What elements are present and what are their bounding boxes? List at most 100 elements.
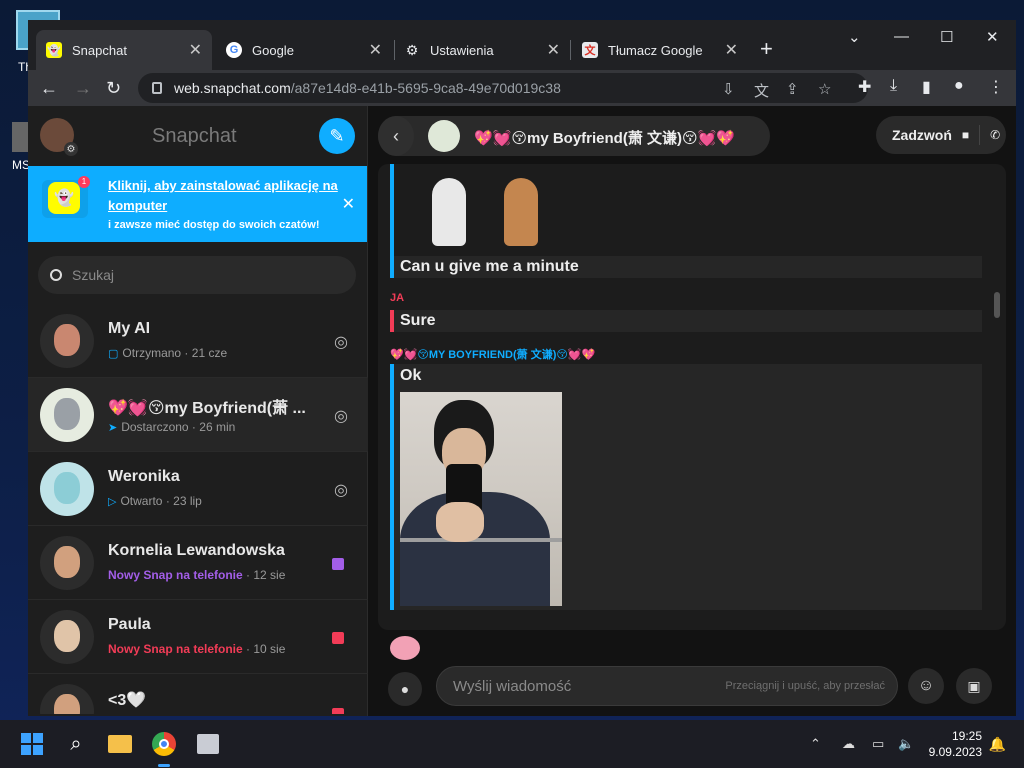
tab-snapchat[interactable]: 👻 Snapchat ✕ (36, 30, 212, 70)
photo-rail (400, 538, 562, 542)
new-snap-red-indicator (332, 632, 344, 644)
message-bitmoji: Can u give me a minute (390, 164, 982, 278)
extensions-icon[interactable]: ✚ (858, 77, 871, 97)
downloads-icon[interactable]: ⤓ (890, 77, 897, 95)
chevron-down-icon[interactable]: ⌄ (848, 28, 861, 46)
bookmark-star-icon[interactable]: ☆ (818, 80, 831, 98)
chat-name: Kornelia Lewandowska (108, 542, 285, 559)
camera-icon[interactable]: ◎ (334, 332, 348, 352)
notification-bell-icon[interactable]: 🔔 (989, 736, 1006, 753)
speaker-muted-icon[interactable]: 🔈 (898, 736, 914, 752)
chat-status: Nowy Snap na telefonie · 12 sie (108, 568, 286, 582)
compose-bar: ● Wyślij wiadomość Przeciągnij i upuść, … (378, 666, 1006, 712)
windows-logo-icon (21, 733, 43, 755)
opened-arrow-icon: ▷ (108, 496, 117, 508)
profile-icon[interactable]: ● (954, 77, 964, 95)
network-icon[interactable]: ▭ (872, 736, 884, 752)
chat-item-heart[interactable]: <3🤍 (28, 674, 368, 714)
tab-translate[interactable]: 文 Tłumacz Google ✕ (572, 30, 748, 70)
chat-name: 💖💓😚my Boyfriend(萧 ... (108, 400, 306, 417)
desktop-shortcut-icon-2[interactable] (12, 122, 28, 152)
lock-icon (152, 82, 162, 94)
status-time: 26 min (199, 420, 236, 434)
reload-icon[interactable]: ↻ (106, 78, 121, 99)
sticker-icon[interactable]: ▣ (956, 668, 992, 704)
video-camera-icon[interactable]: ■ (962, 128, 969, 142)
share-icon[interactable]: ⇪ (786, 80, 799, 98)
clock[interactable]: 19:25 9.09.2023 (929, 728, 982, 760)
bitmoji-boy (432, 178, 466, 246)
close-icon[interactable]: ✕ (725, 40, 738, 60)
avatar (40, 314, 94, 368)
close-icon[interactable]: ✕ (547, 40, 560, 60)
back-button[interactable]: ‹ (378, 116, 414, 156)
active-indicator (158, 764, 170, 767)
scrollbar[interactable] (994, 292, 1000, 318)
call-button[interactable]: Zadzwoń ■ ✆ (876, 116, 1006, 154)
message-placeholder: Wyślij wiadomość (453, 677, 572, 695)
emoji-icon[interactable]: ☺ (908, 668, 944, 704)
chat-panel: ‹ 💖💓😚my Boyfriend(萧 文谦)😚💓💖 Zadzwoń ■ ✆ C… (368, 106, 1016, 716)
chrome-icon[interactable] (148, 728, 180, 760)
tab-settings[interactable]: ⚙ Ustawienia ✕ (394, 30, 570, 70)
new-tab-button[interactable]: + (760, 36, 773, 62)
avatar (40, 610, 94, 664)
chat-item-paula[interactable]: Paula Nowy Snap na telefonie · 10 sie (28, 600, 368, 674)
url-path: /a87e14d8-e41b-5695-9ca8-49e70d019c38 (290, 80, 561, 96)
sidebar: ⚙ Snapchat ✎ 👻 1 Kliknij, aby zainstalow… (28, 106, 368, 716)
sidebar-header: ⚙ Snapchat ✎ (28, 106, 367, 166)
google-icon: G (226, 42, 242, 58)
chat-header-name[interactable]: 💖💓😚my Boyfriend(萧 文谦)😚💓💖 (474, 127, 735, 148)
start-button[interactable] (16, 728, 48, 760)
cloud-off-icon[interactable]: ☁ (842, 736, 855, 752)
install-icon[interactable]: ⇩ (722, 80, 735, 98)
chat-item-my-ai[interactable]: My AI ▢ Otrzymano · 21 cze ◎ (28, 304, 368, 378)
chat-item-kornelia[interactable]: Kornelia Lewandowska Nowy Snap na telefo… (28, 526, 368, 600)
close-icon[interactable]: ✕ (342, 194, 355, 214)
address-bar[interactable]: web.snapchat.com/a87e14d8-e41b-5695-9ca8… (138, 73, 868, 103)
tab-google[interactable]: G Google ✕ (216, 30, 392, 70)
status-time: 12 sie (253, 568, 286, 582)
status-text: Nowy Snap na telefonie (108, 642, 243, 656)
search-icon (50, 269, 62, 281)
chat-item-boyfriend[interactable]: 💖💓😚my Boyfriend(萧 ... ➤ Dostarczono · 26 … (28, 378, 368, 452)
camera-icon[interactable]: ◎ (334, 406, 348, 426)
message-sure: Sure (390, 310, 982, 332)
side-panel-icon[interactable]: ▮ (922, 77, 931, 97)
camera-icon[interactable]: ◎ (334, 480, 348, 500)
chat-status: Nowy Snap na telefonie · 10 sie (108, 642, 286, 656)
search-icon[interactable]: ⌕ (60, 728, 92, 760)
camera-icon[interactable]: ● (388, 672, 422, 706)
settings-gear-icon[interactable]: ⚙ (64, 142, 78, 156)
photo-attachment[interactable] (400, 392, 562, 606)
menu-kebab-icon[interactable]: ⋮ (988, 77, 1004, 97)
banner-subtitle: i zawsze mieć dostęp do swoich czatów! (108, 219, 320, 231)
profile-avatar[interactable]: ⚙ (40, 118, 78, 156)
close-icon[interactable]: ✕ (189, 40, 202, 60)
message-input[interactable]: Wyślij wiadomość Przeciągnij i upuść, ab… (436, 666, 898, 706)
new-chat-button[interactable]: ✎ (319, 118, 355, 154)
chevron-up-icon[interactable]: ⌃ (810, 736, 821, 752)
chat-item-weronika[interactable]: Weronika ▷ Otwarto · 23 lip ◎ (28, 452, 368, 526)
phone-icon[interactable]: ✆ (990, 128, 1000, 142)
install-app-link[interactable]: Kliknij, aby zainstalować aplikację na k… (108, 176, 348, 216)
tab-separator (570, 40, 571, 60)
app-icon[interactable] (192, 728, 224, 760)
sidebar-title: Snapchat (152, 125, 237, 147)
tab-label: Tłumacz Google (608, 42, 703, 58)
message-text: Can u give me a minute (400, 258, 579, 275)
notification-badge: 1 (78, 176, 90, 188)
search-input[interactable]: Szukaj (38, 256, 356, 294)
minimize-button[interactable]: — (894, 28, 909, 45)
file-explorer-icon[interactable] (104, 728, 136, 760)
translate-page-icon[interactable]: 文 (754, 80, 769, 101)
avatar[interactable] (428, 120, 460, 152)
new-snap-purple-indicator (332, 558, 344, 570)
maximize-button[interactable]: ☐ (940, 28, 953, 46)
divider (979, 125, 981, 145)
close-icon[interactable]: ✕ (369, 40, 382, 60)
message-list: Can u give me a minute JA Sure 💖💓😚MY BOY… (378, 164, 1006, 630)
forward-arrow-icon[interactable]: → (74, 78, 92, 99)
back-arrow-icon[interactable]: ← (40, 78, 58, 99)
close-window-button[interactable]: ✕ (986, 28, 999, 46)
